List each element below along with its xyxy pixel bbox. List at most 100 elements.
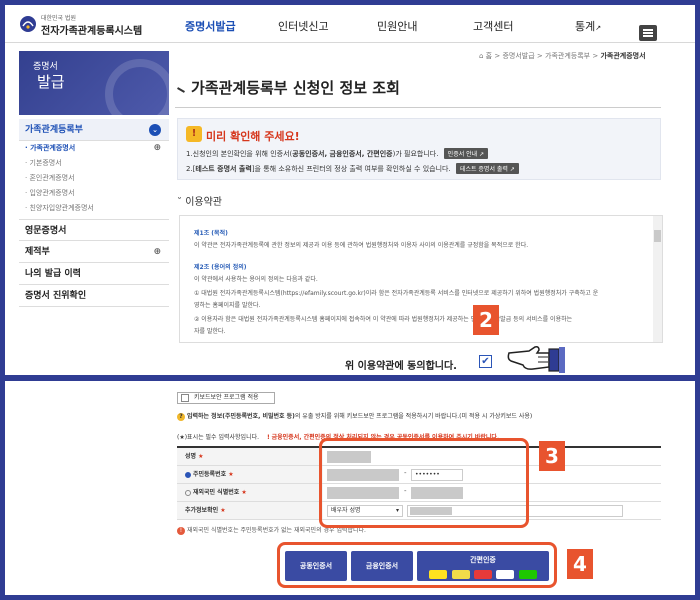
notice-heading: 미리 확인해 주세요! bbox=[206, 130, 300, 143]
agree-checkbox[interactable]: ✔ bbox=[479, 355, 492, 368]
keyboard-security-info: ? 입력하는 정보(주민등록번호, 비밀번호 등)의 유출 방지를 위해 키보드보… bbox=[177, 411, 532, 421]
banner-decoration bbox=[105, 59, 169, 115]
terms-article-1-title: 제1조 (목적) bbox=[194, 230, 228, 237]
sidebar: 가족관계등록부 ⌄ · 가족관계증명서 ⊕ · 기본증명서 · 혼인관계증명서 … bbox=[19, 119, 169, 307]
simple-auth-label: 간편인증 bbox=[470, 556, 496, 564]
sidebar-group-label: 가족관계등록부 bbox=[25, 125, 83, 135]
sidebar-item-family-certificate[interactable]: · 가족관계증명서 ⊕ bbox=[19, 141, 169, 156]
sidebar-group-removed-registry[interactable]: 제적부 ⊕ bbox=[19, 241, 169, 263]
nav-online-report[interactable]: 인터넷신고 bbox=[278, 18, 329, 34]
sidebar-item-adoption-certificate[interactable]: · 입양관계증명서 bbox=[19, 186, 169, 201]
test-print-button[interactable]: 테스트 증명서 출력 ↗ bbox=[455, 163, 519, 174]
notice-text-bold: 테스트 증명서 출력 bbox=[195, 165, 252, 173]
banner-line2: 발급 bbox=[37, 73, 65, 91]
naver-icon bbox=[518, 569, 537, 579]
breadcrumb-item[interactable]: 증명서발급 bbox=[502, 52, 534, 60]
step-badge-2: 2 bbox=[473, 305, 499, 335]
radio-resident[interactable] bbox=[185, 471, 191, 478]
notice-text: ]을 통해 소유하신 프린터의 정상 출력 여부를 확인하실 수 있습니다. bbox=[251, 165, 451, 173]
notice-icon: ! bbox=[186, 126, 202, 142]
breadcrumb-separator: > bbox=[536, 52, 543, 60]
foreign-label[interactable]: 재외국민 식별번호 ★ bbox=[177, 484, 323, 501]
hamburger-icon-bar bbox=[643, 32, 653, 34]
court-emblem-icon bbox=[20, 16, 36, 32]
simple-auth-provider-icons bbox=[417, 568, 549, 580]
breadcrumb: ⌂ 홈 > 증명서발급 > 가족관계등록부 > 가족관계증명서 bbox=[479, 51, 646, 61]
menu-button[interactable] bbox=[639, 25, 657, 41]
terms-section-title: ˘ 이용약관 bbox=[177, 197, 222, 208]
page-title: 가족관계등록부 신청인 정보 조회 bbox=[191, 79, 400, 97]
notice-text: )가 필요합니다. bbox=[392, 150, 439, 158]
notice-text: 2.[ bbox=[186, 165, 196, 173]
terms-article-2-item1: ① 대법원 전자가족관계등록시스템(https://efamily.scourt… bbox=[194, 290, 599, 297]
pass-icon bbox=[451, 569, 470, 579]
notice-box: ! 미리 확인해 주세요! 1.신청인의 본인확인을 위해 인증서(공동인증서,… bbox=[177, 118, 661, 180]
financial-certificate-button[interactable]: 금융인증서 bbox=[351, 551, 413, 581]
sidebar-group-label: 제적부 bbox=[25, 247, 50, 257]
keyboard-security-checkbox[interactable]: 키보드보안 프로그램 적용 bbox=[177, 392, 275, 404]
breadcrumb-separator: > bbox=[494, 52, 501, 60]
radio-foreign[interactable] bbox=[185, 489, 191, 496]
terms-article-2-text: 이 약관에서 사용하는 용어의 정의는 다음과 같다. bbox=[194, 276, 318, 283]
required-mark: ★ bbox=[198, 453, 204, 460]
note-text: 재외국민 식별번호는 주민등록번호가 없는 재외국민의 경우 입력합니다. bbox=[187, 527, 366, 534]
plus-icon: ⊕ bbox=[153, 143, 161, 153]
info-text: 의 유출 방지를 위해 키보드보안 프로그램을 적용하시기 바랍니다.(미 적용… bbox=[294, 413, 533, 420]
name-label: 성명 ★ bbox=[177, 448, 323, 465]
notice-line-2: 2.[테스트 증명서 출력]을 통해 소유하신 프린터의 정상 출력 여부를 확… bbox=[186, 163, 519, 174]
section-banner: 증명서 발급 bbox=[19, 51, 169, 115]
terms-scrollbar[interactable] bbox=[653, 216, 662, 342]
keyboard-security-label: 키보드보안 프로그램 적용 bbox=[194, 394, 259, 401]
label-text: 주민등록번호 bbox=[193, 471, 227, 478]
sidebar-group-history[interactable]: 나의 발급 이력 bbox=[19, 263, 169, 285]
applicant-form-panel: 키보드보안 프로그램 적용 ? 입력하는 정보(주민등록번호, 비밀번호 등)의 … bbox=[5, 381, 695, 595]
resident-label[interactable]: 주민등록번호 ★ bbox=[177, 466, 323, 483]
hamburger-icon bbox=[643, 29, 653, 31]
title-mark bbox=[177, 87, 185, 93]
label-text: 추가정보확인 bbox=[185, 507, 219, 514]
terms-panel: 대한민국 법원 전자가족관계등록시스템 증명서발급 인터넷신고 민원안내 고객센… bbox=[5, 5, 695, 375]
sidebar-item-marriage-certificate[interactable]: · 혼인관계증명서 bbox=[19, 171, 169, 186]
warning-icon: ! bbox=[266, 434, 270, 441]
required-mark: ★ bbox=[228, 471, 234, 478]
breadcrumb-item[interactable]: 가족관계등록부 bbox=[545, 52, 590, 60]
nav-customer-center[interactable]: 고객센터 bbox=[473, 18, 513, 34]
sidebar-group-family-registry[interactable]: 가족관계등록부 ⌄ bbox=[19, 119, 169, 141]
required-mark: ★ bbox=[241, 489, 247, 496]
info-bold: 입력하는 정보(주민등록번호, 비밀번호 등) bbox=[187, 413, 295, 420]
breadcrumb-separator: > bbox=[592, 52, 599, 60]
nav-statistics-label: 통계 bbox=[575, 20, 596, 33]
terms-scrollbox[interactable]: 제1조 (목적) 이 약관은 전자가족관계등록에 관한 정보의 제공과 이용 등… bbox=[179, 215, 663, 343]
terms-article-2-item2-cont: 자를 말한다. bbox=[194, 328, 226, 335]
samsung-pass-icon bbox=[474, 569, 492, 579]
sidebar-item-basic-certificate[interactable]: · 기본증명서 bbox=[19, 156, 169, 171]
terms-article-2-title: 제2조 (용어의 정의) bbox=[194, 264, 247, 271]
nav-civil-guide[interactable]: 민원안내 bbox=[377, 18, 417, 34]
terms-article-1-text: 이 약관은 전자가족관계등록에 관한 정보의 제공과 이용 등에 관하여 법원행… bbox=[194, 242, 529, 249]
logo-title: 전자가족관계등록시스템 bbox=[41, 26, 143, 37]
notice-line-1: 1.신청인의 본인확인을 위해 인증서(공동인증서, 금융인증서, 간편인증)가… bbox=[186, 148, 489, 159]
label-text: 재외국민 식별번호 bbox=[193, 489, 240, 496]
joint-certificate-button[interactable]: 공동인증서 bbox=[285, 551, 347, 581]
label-text: 성명 bbox=[185, 453, 197, 460]
terms-article-2-item1-cont: 영하는 홈페이지를 말한다. bbox=[194, 302, 261, 309]
certificate-guide-button[interactable]: 인증서 안내 ↗ bbox=[443, 148, 489, 159]
notice-text-bold: 공동인증서, 금융인증서, 간편인증 bbox=[292, 150, 393, 158]
step-badge-3: 3 bbox=[539, 441, 565, 471]
sidebar-item-full-adoption-certificate[interactable]: · 친양자입양관계증명서 bbox=[19, 201, 169, 216]
terms-section-label: 이용약관 bbox=[185, 197, 222, 208]
required-note: (★)표시는 필수 입력사항입니다. bbox=[177, 434, 260, 441]
breadcrumb-home[interactable]: ⌂ 홈 bbox=[479, 52, 492, 60]
nav-certificate-issue[interactable]: 증명서발급 bbox=[185, 18, 236, 34]
question-icon: ? bbox=[177, 413, 185, 421]
checkbox-box bbox=[181, 394, 189, 402]
payco-icon bbox=[496, 569, 515, 579]
simple-auth-button[interactable]: 간편인증 bbox=[417, 551, 549, 581]
sidebar-group-english[interactable]: 영문증명서 bbox=[19, 219, 169, 241]
nav-statistics[interactable]: 통계↗ bbox=[575, 18, 601, 34]
scrollbar-thumb[interactable] bbox=[654, 230, 661, 242]
required-mark: ★ bbox=[220, 507, 226, 514]
highlight-frame-form bbox=[319, 438, 529, 528]
breadcrumb-current: 가족관계증명서 bbox=[600, 52, 646, 60]
sidebar-group-verify[interactable]: 증명서 진위확인 bbox=[19, 285, 169, 307]
